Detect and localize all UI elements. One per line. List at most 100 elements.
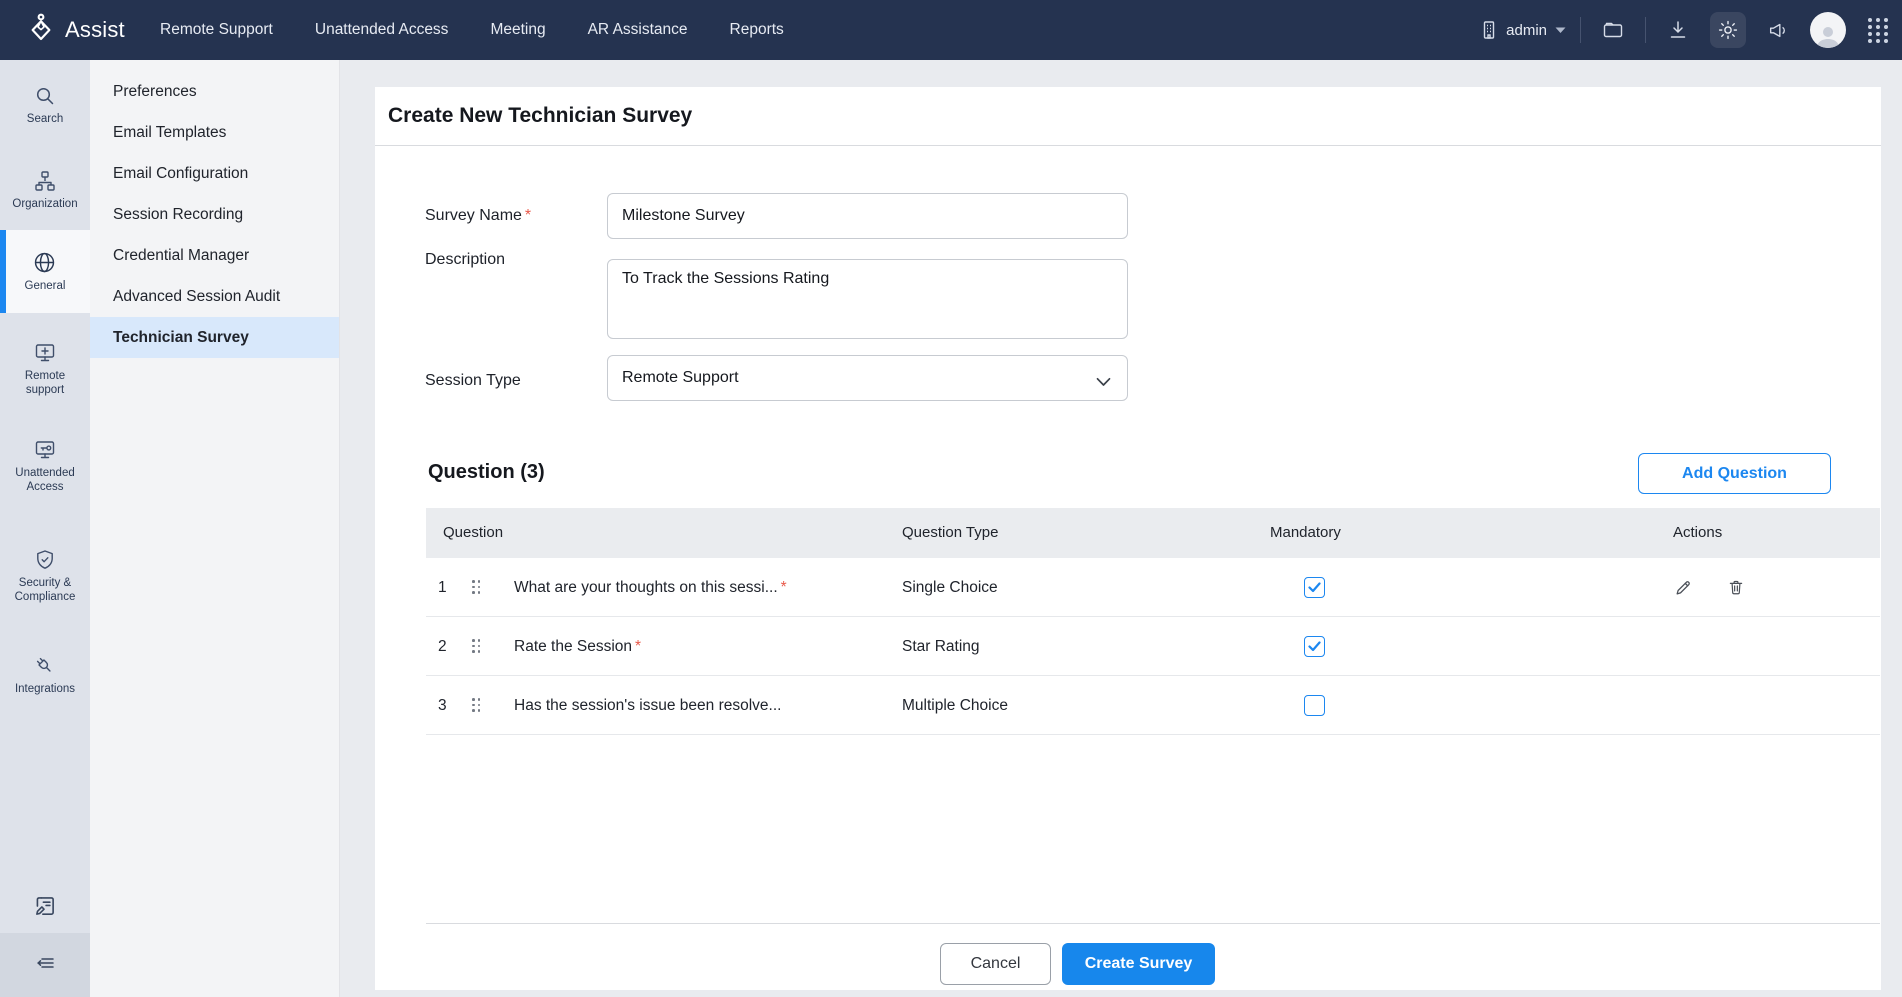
survey-name-input[interactable] (607, 193, 1128, 239)
search-icon (33, 84, 57, 108)
megaphone-icon (1767, 19, 1789, 41)
drag-handle-icon[interactable] (472, 639, 481, 653)
description-input[interactable]: To Track the Sessions Rating (607, 259, 1128, 339)
rail-item-label: Integrations (15, 682, 75, 696)
mandatory-checkbox[interactable] (1304, 577, 1325, 598)
required-asterisk: * (525, 207, 531, 224)
folder-icon (1602, 20, 1624, 40)
globe-icon (32, 250, 57, 275)
plug-icon (33, 654, 57, 678)
rail-item-label: Remote support (12, 369, 78, 397)
mandatory-checkbox[interactable] (1304, 636, 1325, 657)
rail-item-organization[interactable]: Organization (0, 163, 90, 217)
assist-logo-icon (26, 11, 56, 50)
divider (426, 923, 1880, 924)
settings-item-session-recording[interactable]: Session Recording (90, 194, 339, 235)
rail-item-search[interactable]: Search (0, 78, 90, 132)
rail-item-unattended-access[interactable]: Unattended Access (0, 432, 90, 500)
row-actions (1674, 558, 1745, 617)
downloads-button[interactable] (1660, 12, 1696, 48)
primary-nav: Remote Support Unattended Access Meeting… (160, 0, 784, 60)
question-text: Has the session's issue been resolve... (514, 676, 784, 735)
question-text: What are your thoughts on this sessi...* (514, 558, 787, 617)
question-type: Star Rating (902, 617, 980, 676)
collapse-menu-icon (32, 951, 58, 980)
page-title: Create New Technician Survey (388, 87, 692, 145)
avatar[interactable] (1810, 12, 1846, 48)
settings-item-email-templates[interactable]: Email Templates (90, 112, 339, 153)
question-text: Rate the Session* (514, 617, 641, 676)
settings-item-credential-manager[interactable]: Credential Manager (90, 235, 339, 276)
brand-name: Assist (65, 17, 125, 43)
brand[interactable]: Assist (26, 0, 125, 60)
questions-table: Question Question Type Mandatory Actions… (426, 508, 1880, 735)
drag-handle-icon[interactable] (472, 698, 481, 712)
settings-button[interactable] (1710, 12, 1746, 48)
building-icon (1480, 20, 1498, 40)
settings-item-technician-survey[interactable]: Technician Survey (90, 317, 339, 358)
session-type-select[interactable]: Remote Support (607, 355, 1128, 401)
create-survey-button[interactable]: Create Survey (1062, 943, 1215, 985)
divider (375, 145, 1881, 146)
nav-remote-support[interactable]: Remote Support (160, 21, 273, 39)
nav-unattended-access[interactable]: Unattended Access (315, 21, 449, 39)
rail-item-general[interactable]: General (0, 230, 90, 313)
questions-table-header: Question Question Type Mandatory Actions (426, 508, 1880, 558)
chevron-down-icon (1096, 374, 1111, 392)
required-asterisk: * (781, 579, 787, 596)
nav-reports[interactable]: Reports (730, 21, 784, 39)
shield-check-icon (33, 548, 57, 572)
files-button[interactable] (1595, 12, 1631, 48)
gear-icon (1717, 19, 1739, 41)
rail-item-integrations[interactable]: Integrations (0, 648, 90, 702)
delete-icon[interactable] (1727, 578, 1745, 597)
divider (1645, 17, 1646, 43)
settings-menu: Preferences Email Templates Email Config… (90, 60, 339, 358)
monitor-plus-icon (33, 341, 57, 365)
column-header-actions: Actions (1673, 508, 1722, 558)
rail-item-label: Security & Compliance (5, 576, 85, 604)
nav-meeting[interactable]: Meeting (490, 21, 545, 39)
nav-ar-assistance[interactable]: AR Assistance (588, 21, 688, 39)
row-number: 3 (438, 676, 447, 735)
settings-sidebar: Preferences Email Templates Email Config… (90, 60, 340, 997)
rail-item-label: Search (27, 112, 63, 126)
question-type: Single Choice (902, 558, 998, 617)
announcements-button[interactable] (1760, 12, 1796, 48)
table-row: 3 Has the session's issue been resolve..… (426, 676, 1880, 735)
divider (1580, 17, 1581, 43)
org-switcher[interactable]: admin (1480, 20, 1566, 40)
settings-item-advanced-session-audit[interactable]: Advanced Session Audit (90, 276, 339, 317)
question-type: Multiple Choice (902, 676, 1008, 735)
chevron-down-icon (1555, 27, 1566, 34)
row-number: 2 (438, 617, 447, 676)
monitor-key-icon (33, 438, 57, 462)
org-chart-icon (33, 169, 57, 193)
column-header-question: Question (443, 508, 503, 558)
apps-grid-icon[interactable] (1860, 12, 1896, 48)
download-icon (1667, 19, 1689, 41)
feedback-note-icon (32, 893, 58, 924)
feedback-button[interactable] (0, 883, 90, 933)
required-asterisk: * (635, 638, 641, 655)
drag-handle-icon[interactable] (472, 580, 481, 594)
mandatory-checkbox[interactable] (1304, 695, 1325, 716)
column-header-question-type: Question Type (902, 508, 998, 558)
description-label: Description (425, 251, 505, 269)
session-type-label: Session Type (425, 372, 521, 390)
session-type-value: Remote Support (622, 369, 739, 387)
cancel-button[interactable]: Cancel (940, 943, 1051, 985)
settings-item-preferences[interactable]: Preferences (90, 71, 339, 112)
collapse-rail-button[interactable] (0, 933, 90, 997)
rail-item-label: General (25, 279, 66, 293)
settings-item-email-configuration[interactable]: Email Configuration (90, 153, 339, 194)
add-question-button[interactable]: Add Question (1638, 453, 1831, 494)
navbar-right-tools: admin (1480, 0, 1902, 60)
rail-item-security-compliance[interactable]: Security & Compliance (0, 542, 90, 610)
rail-item-remote-support[interactable]: Remote support (0, 335, 90, 403)
rail-item-label: Organization (12, 197, 77, 211)
edit-icon[interactable] (1674, 578, 1693, 597)
top-navbar: Assist Remote Support Unattended Access … (0, 0, 1902, 60)
table-row: 1 What are your thoughts on this sessi..… (426, 558, 1880, 617)
rail-item-label: Unattended Access (7, 466, 83, 494)
